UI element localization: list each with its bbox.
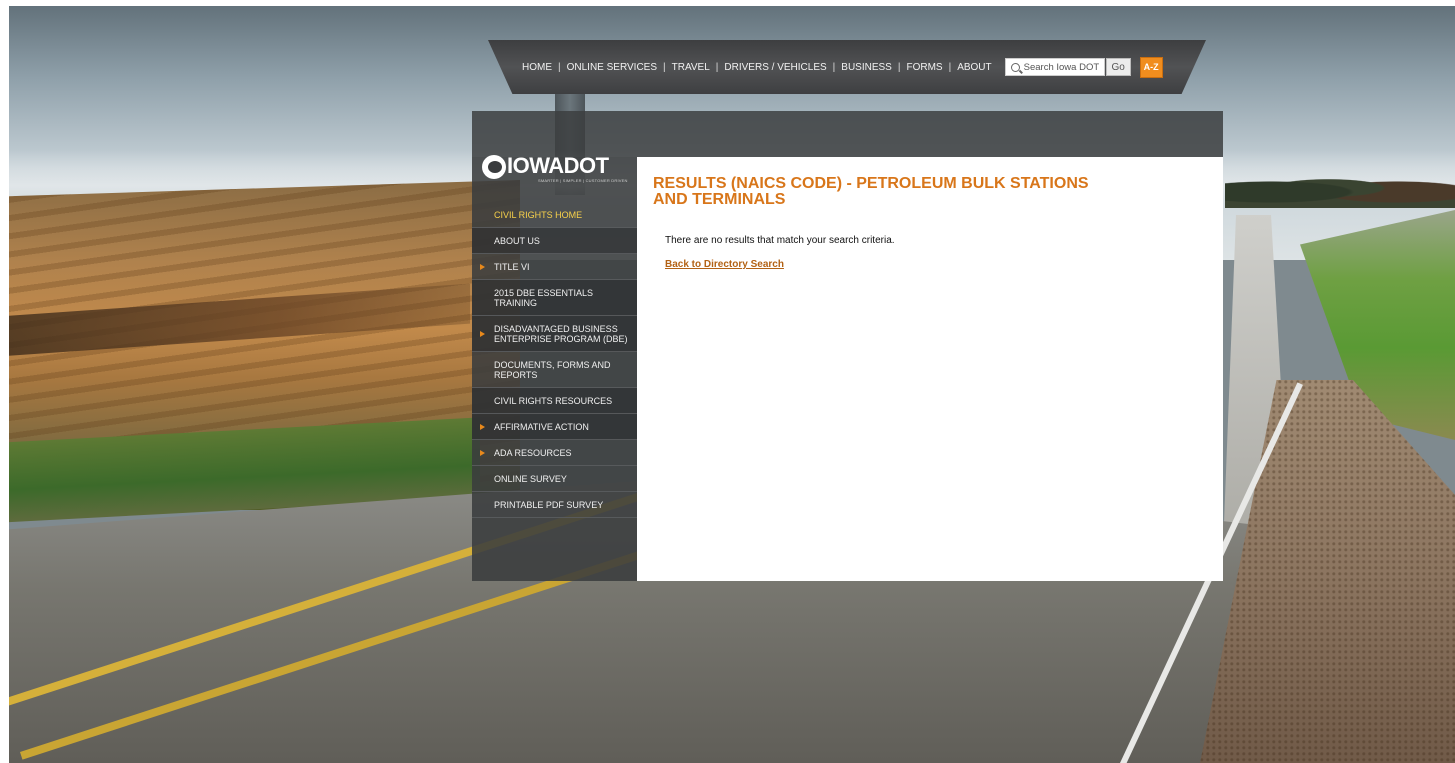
sidebar-item-online-survey[interactable]: ONLINE SURVEY	[472, 466, 637, 492]
sidebar-item-printable-pdf-survey[interactable]: PRINTABLE PDF SURVEY	[472, 492, 637, 518]
nav-drivers-vehicles[interactable]: DRIVERS / VEHICLES	[724, 62, 826, 73]
window-edge-left	[0, 0, 9, 763]
nav-business[interactable]: BUSINESS	[841, 62, 892, 73]
sidebar-item-civil-rights-home[interactable]: CIVIL RIGHTS HOME	[472, 202, 637, 228]
page-title: RESULTS (NAICS CODE) - PETROLEUM BULK ST…	[653, 175, 1089, 208]
main-nav: HOME | ONLINE SERVICES | TRAVEL | DRIVER…	[522, 62, 992, 73]
no-results-message: There are no results that match your sea…	[665, 235, 895, 246]
sidebar-item-label: DISADVANTAGED BUSINESS ENTERPRISE PROGRA…	[494, 323, 628, 344]
sidebar-item-label: CIVIL RIGHTS HOME	[494, 209, 583, 220]
sidebar-item-title-vi[interactable]: TITLE VI	[472, 254, 637, 280]
sidebar: IOWADOT SMARTER | SIMPLER | CUSTOMER DRI…	[472, 153, 637, 581]
sidebar-item-label: 2015 DBE ESSENTIALS TRAINING	[494, 287, 594, 308]
expand-arrow-icon	[480, 263, 485, 270]
logo-tagline: SMARTER | SIMPLER | CUSTOMER DRIVEN	[538, 178, 628, 183]
trees	[1225, 168, 1455, 208]
nav-forms[interactable]: FORMS	[906, 62, 942, 73]
sidebar-item-affirmative-action[interactable]: AFFIRMATIVE ACTION	[472, 414, 637, 440]
expand-arrow-icon	[480, 423, 485, 430]
back-to-directory-search-link[interactable]: Back to Directory Search	[665, 259, 784, 270]
expand-arrow-icon	[480, 449, 485, 456]
nav-travel[interactable]: TRAVEL	[672, 62, 710, 73]
expand-arrow-icon	[480, 330, 485, 337]
sidebar-item-label: AFFIRMATIVE ACTION	[494, 421, 589, 432]
nav-online-services[interactable]: ONLINE SERVICES	[567, 62, 657, 73]
nav-separator: |	[663, 61, 666, 73]
nav-home[interactable]: HOME	[522, 62, 552, 73]
main-content: RESULTS (NAICS CODE) - PETROLEUM BULK ST…	[637, 157, 1223, 581]
sidebar-item-label: ADA RESOURCES	[494, 447, 572, 458]
top-navigation-bar: HOME | ONLINE SERVICES | TRAVEL | DRIVER…	[488, 40, 1206, 94]
search-input[interactable]: Search Iowa DOT	[1004, 58, 1105, 76]
nav-separator: |	[897, 61, 901, 73]
sidebar-item-2015-dbe-essentials-training[interactable]: 2015 DBE ESSENTIALS TRAINING	[472, 280, 637, 316]
sidebar-item-label: CIVIL RIGHTS RESOURCES	[494, 395, 613, 406]
sidebar-item-label: ABOUT US	[494, 235, 540, 246]
window-edge-top	[0, 0, 1455, 6]
nav-separator: |	[715, 61, 719, 73]
sidebar-item-label: DOCUMENTS, FORMS AND REPORTS	[494, 359, 611, 380]
sidebar-menu: CIVIL RIGHTS HOME ABOUT US TITLE VI 2015 DB…	[472, 202, 637, 518]
iowa-dot-logo[interactable]: IOWADOT SMARTER | SIMPLER | CUSTOMER DRI…	[482, 153, 632, 197]
nav-separator: |	[558, 61, 561, 73]
sidebar-item-label: PRINTABLE PDF SURVEY	[494, 499, 604, 510]
sidebar-item-about-us[interactable]: ABOUT US	[472, 228, 637, 254]
sidebar-item-ada-resources[interactable]: ADA RESOURCES	[472, 440, 637, 466]
panel-header-strip	[472, 111, 1223, 157]
logo-mark-icon	[482, 155, 506, 179]
nav-separator: |	[948, 61, 952, 73]
search-go-button[interactable]: Go	[1105, 58, 1131, 76]
sidebar-item-disadvantaged-business-enterprise-program-dbe[interactable]: DISADVANTAGED BUSINESS ENTERPRISE PROGRA…	[472, 316, 637, 352]
search-icon	[1010, 62, 1020, 72]
nav-separator: |	[832, 61, 836, 73]
sidebar-item-label: TITLE VI	[494, 261, 530, 272]
search-placeholder: Search Iowa DOT	[1023, 61, 1100, 73]
logo-text: IOWADOT	[507, 153, 609, 178]
sidebar-item-civil-rights-resources[interactable]: CIVIL RIGHTS RESOURCES	[472, 388, 637, 414]
sidebar-item-documents-forms-and-reports[interactable]: DOCUMENTS, FORMS AND REPORTS	[472, 352, 637, 388]
sidebar-item-label: ONLINE SURVEY	[494, 473, 567, 484]
a-z-index-button[interactable]: A-Z	[1139, 56, 1163, 78]
nav-about[interactable]: ABOUT	[957, 62, 991, 73]
